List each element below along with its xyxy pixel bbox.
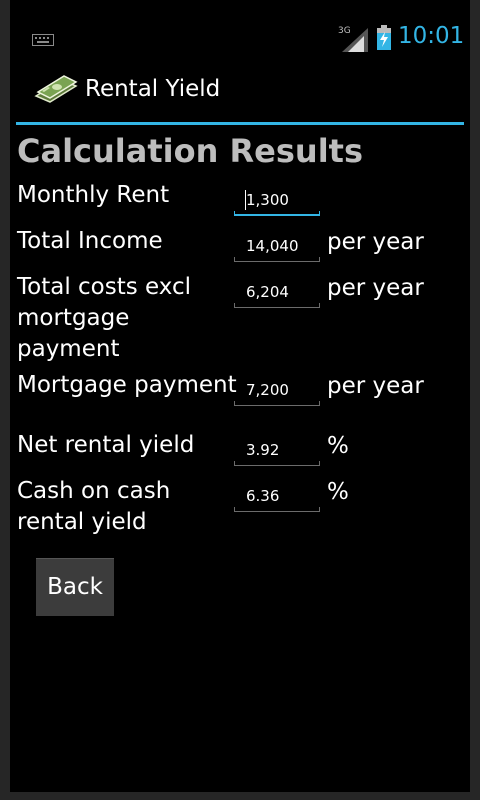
network-type-label: 3G (338, 26, 351, 36)
frame-bottom (0, 792, 480, 800)
mortgage-payment-value: 7,200 (246, 381, 289, 399)
monthly-rent-field[interactable]: 1,300 (234, 184, 320, 216)
total-income-unit: per year (327, 229, 424, 255)
cash-on-cash-yield-label: Cash on cash rental yield (17, 478, 171, 535)
mortgage-payment-field[interactable]: 7,200 (234, 374, 320, 406)
mortgage-payment-label: Mortgage payment (17, 372, 237, 398)
frame-left (0, 0, 10, 800)
net-rental-yield-unit: % (327, 433, 349, 459)
action-bar-divider (16, 122, 464, 125)
total-income-label: Total Income (17, 228, 163, 254)
money-icon[interactable] (34, 74, 78, 108)
total-income-value: 14,040 (246, 237, 299, 255)
cash-on-cash-yield-field[interactable]: 6.36 (234, 480, 320, 512)
action-bar: Rental Yield (10, 62, 470, 120)
total-costs-unit: per year (327, 275, 424, 301)
net-rental-yield-value: 3.92 (246, 441, 280, 459)
signal-3g-icon: 3G (336, 24, 372, 58)
battery-charging-icon (376, 25, 392, 55)
total-costs-label: Total costs excl mortgage payment (17, 274, 192, 362)
cash-on-cash-yield-unit: % (327, 479, 349, 505)
mortgage-payment-unit: per year (327, 373, 424, 399)
page-title: Calculation Results (17, 132, 364, 170)
net-rental-yield-label: Net rental yield (17, 432, 195, 458)
screen: 3G 10:01 Rental Yield Calculation Result… (0, 0, 480, 800)
keyboard-icon (32, 31, 54, 50)
cash-on-cash-yield-value: 6.36 (246, 487, 280, 505)
net-rental-yield-field[interactable]: 3.92 (234, 434, 320, 466)
frame-right (470, 0, 480, 800)
back-button[interactable]: Back (36, 558, 114, 616)
action-bar-title: Rental Yield (85, 76, 221, 102)
status-bar: 3G 10:01 (10, 14, 470, 62)
status-clock: 10:01 (398, 23, 465, 49)
total-costs-field[interactable]: 6,204 (234, 276, 320, 308)
monthly-rent-label: Monthly Rent (17, 182, 170, 208)
total-income-field[interactable]: 14,040 (234, 230, 320, 262)
monthly-rent-value: 1,300 (246, 191, 289, 209)
total-costs-value: 6,204 (246, 283, 289, 301)
